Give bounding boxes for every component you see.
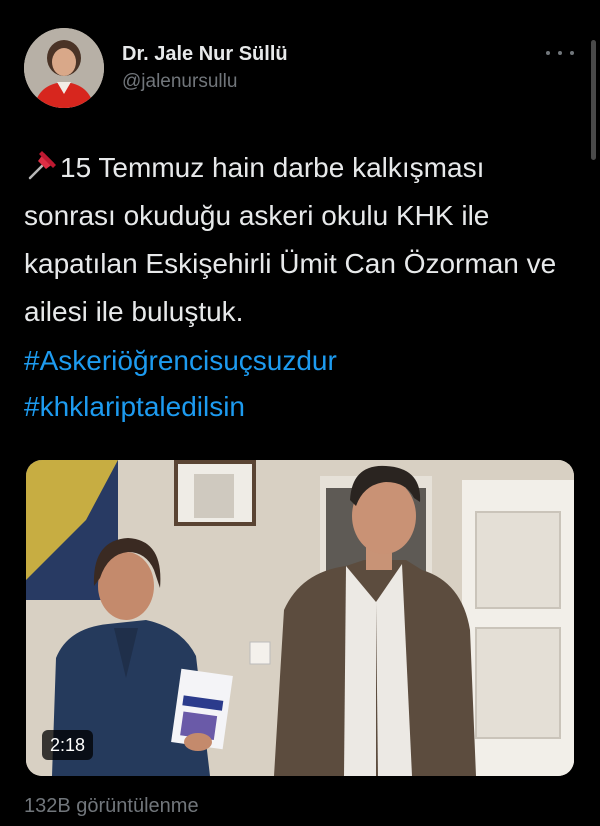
author-names: Dr. Jale Nur Süllü @jalenursullu	[122, 42, 288, 94]
more-options-icon[interactable]	[546, 46, 574, 60]
tweet-header: Dr. Jale Nur Süllü @jalenursullu	[24, 28, 576, 112]
view-count: 132B görüntülenme	[24, 795, 199, 817]
handle[interactable]: @jalenursullu	[122, 70, 288, 94]
tweet: Dr. Jale Nur Süllü @jalenursullu 15 Temm…	[0, 0, 600, 826]
tweet-text: 15 Temmuz hain darbe kalkışması sonrası …	[24, 152, 557, 327]
tweet-text-container: 15 Temmuz hain darbe kalkışması sonrası …	[24, 144, 576, 336]
scrollbar[interactable]	[591, 40, 596, 160]
video-duration: 2:18	[42, 730, 94, 760]
display-name[interactable]: Dr. Jale Nur Süllü	[122, 42, 288, 66]
video-thumbnail	[26, 460, 574, 776]
avatar[interactable]	[24, 28, 104, 108]
video-player[interactable]: 2:18	[26, 460, 574, 776]
hashtags: #Askeriöğrencisuçsuzdur #khklariptaledil…	[24, 338, 576, 430]
hashtag-link[interactable]: #khklariptaledilsin	[24, 384, 576, 430]
avatar-image	[24, 28, 104, 108]
pushpin-icon	[28, 151, 56, 180]
hashtag-link[interactable]: #Askeriöğrencisuçsuzdur	[24, 338, 576, 384]
